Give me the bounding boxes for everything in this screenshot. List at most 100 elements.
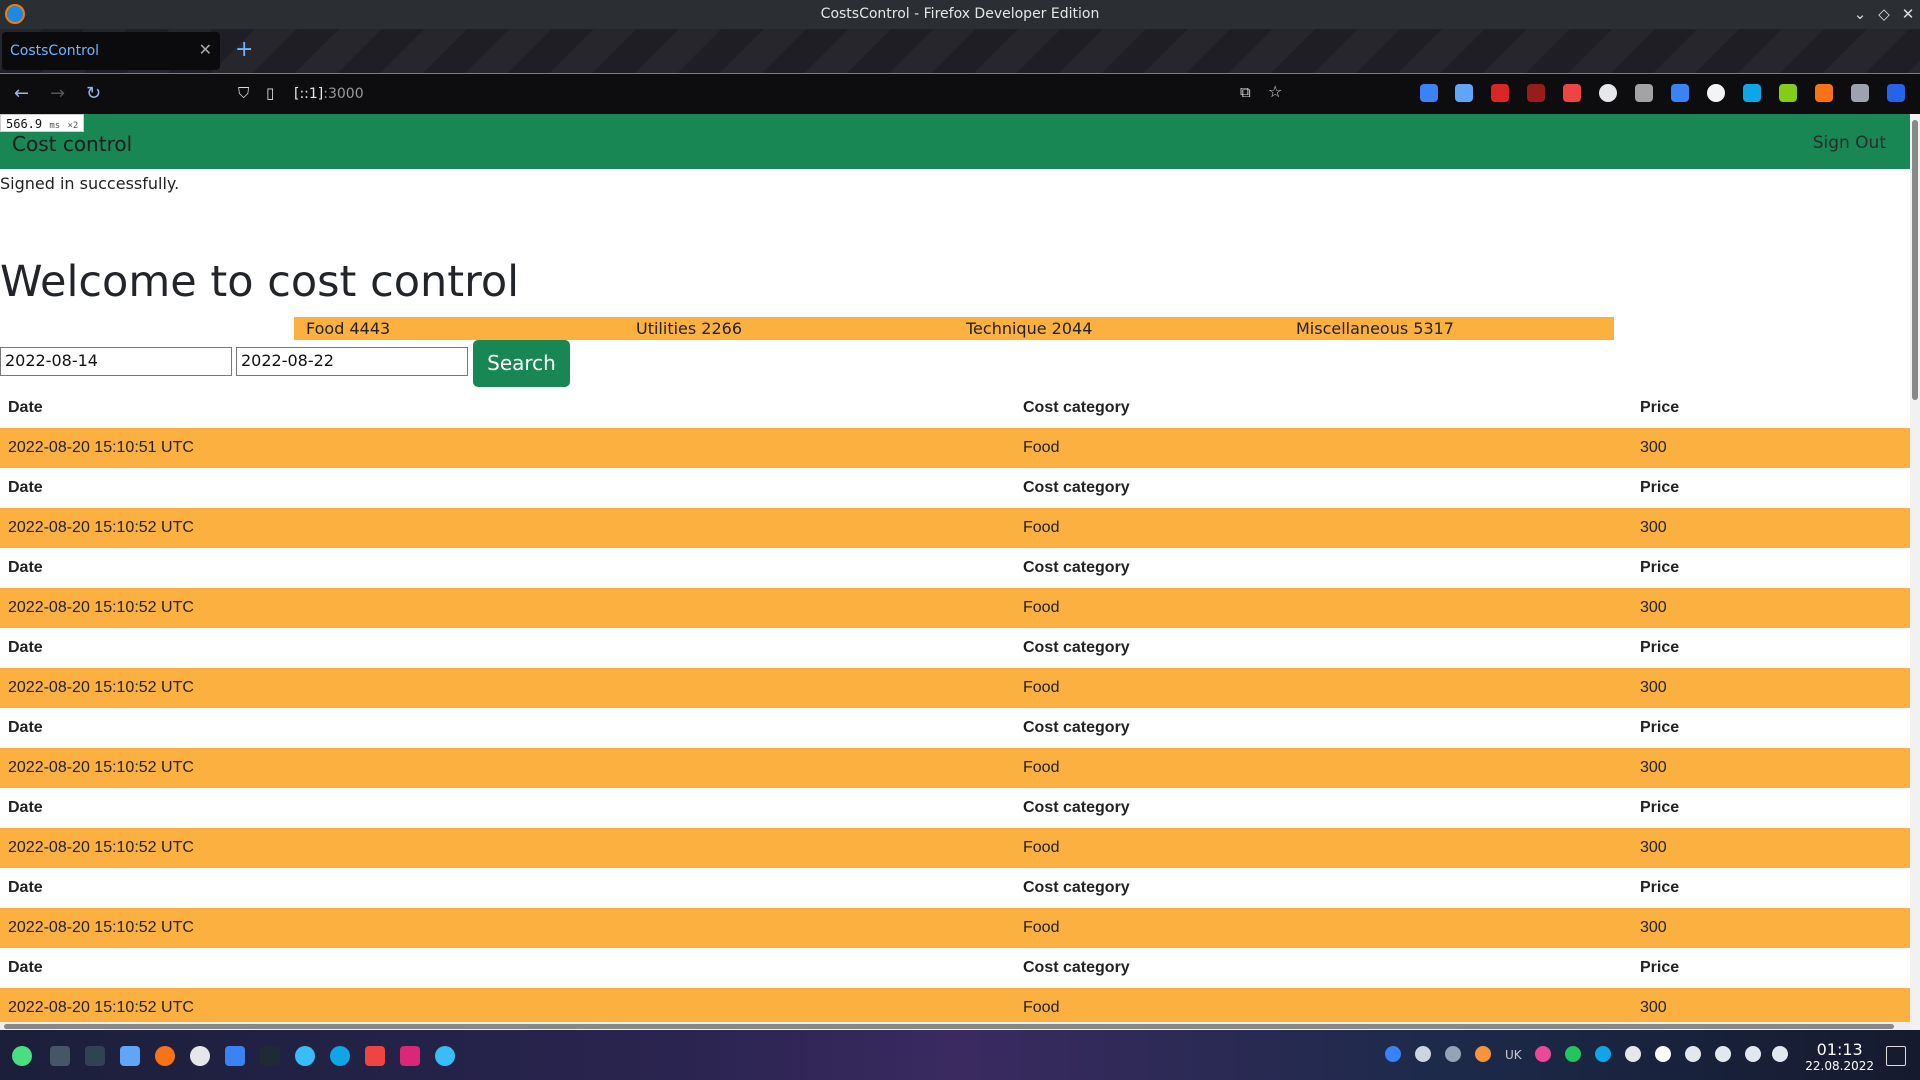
terminal-icon[interactable] (50, 1046, 70, 1066)
info-tray-icon[interactable] (1385, 1046, 1401, 1062)
header-date: Date (8, 799, 43, 816)
window-manager-icon[interactable] (85, 1046, 105, 1066)
date-to-input[interactable]: 2022-08-22 (236, 347, 468, 376)
color-tray-icon[interactable] (1535, 1046, 1551, 1062)
horizontal-scrollbar[interactable] (0, 1022, 1910, 1030)
table-header-row: Date Cost category Price (0, 468, 1910, 508)
lock-extension-icon[interactable] (1491, 84, 1509, 102)
table-row: 2022-08-20 15:10:52 UTC Food 300 (0, 668, 1910, 708)
date-from-input[interactable]: 2022-08-14 (0, 347, 232, 376)
close-window-icon[interactable]: ✕ (1898, 4, 1918, 24)
menu-icon[interactable] (1887, 84, 1905, 102)
vertical-scroll-thumb[interactable] (1912, 120, 1918, 400)
cell-date: 2022-08-20 15:10:52 UTC (8, 599, 194, 616)
header-price: Price (1640, 959, 1680, 976)
tab-costscontrol[interactable]: CostsControl ✕ (2, 32, 220, 70)
puzzle-icon[interactable] (1851, 84, 1869, 102)
summary-technique: Technique 2044 (966, 319, 1093, 338)
category-summary: Food 4443 Utilities 2266 Technique 2044 … (294, 317, 1614, 340)
url-host: [::1] (294, 86, 324, 102)
table-header-row: Date Cost category Price (0, 708, 1910, 748)
translate-icon[interactable]: ⧉ (1240, 83, 1251, 101)
tab-close-icon[interactable]: ✕ (199, 40, 212, 59)
jetbrains-icon[interactable] (365, 1046, 385, 1066)
app-navbar: Cost control Sign Out (0, 114, 1910, 169)
cell-category: Food (1023, 759, 1060, 776)
microphone-icon[interactable] (1715, 1046, 1731, 1062)
back-icon[interactable]: ← (14, 83, 29, 104)
globe-icon[interactable] (1599, 84, 1617, 102)
translate-extension-icon[interactable] (1671, 84, 1689, 102)
store-icon[interactable] (120, 1046, 140, 1066)
cell-category: Food (1023, 919, 1060, 936)
page-icon[interactable]: ▯ (266, 84, 274, 102)
bulb-tray-icon[interactable] (1655, 1046, 1671, 1062)
window-title: CostsControl - Firefox Developer Edition (820, 6, 1100, 22)
horizontal-scroll-thumb[interactable] (4, 1024, 1894, 1029)
clock-time: 01:13 (1816, 1040, 1863, 1059)
shield-icon[interactable]: ⛉ (238, 84, 249, 102)
pen-extension-icon[interactable] (1563, 84, 1581, 102)
cell-category: Food (1023, 519, 1060, 536)
brand-link[interactable]: Cost control (12, 132, 132, 156)
scissors-tray-icon[interactable] (1625, 1046, 1641, 1062)
wrench-icon[interactable] (1455, 84, 1473, 102)
table-header-row: Date Cost category Price (0, 948, 1910, 988)
ublock-icon[interactable] (1527, 84, 1545, 102)
new-tab-icon[interactable]: + (235, 37, 253, 62)
weather-tray-icon[interactable] (1475, 1046, 1491, 1062)
header-price: Price (1640, 559, 1680, 576)
network-icon[interactable] (1745, 1046, 1761, 1062)
tab-label: CostsControl (10, 43, 100, 59)
firefox-taskbar-icon[interactable] (155, 1046, 175, 1066)
url-text[interactable]: [::1]:3000 (294, 86, 364, 102)
volume-icon[interactable] (1685, 1046, 1701, 1062)
summary-food: Food 4443 (306, 319, 391, 338)
settings-taskbar-icon[interactable] (190, 1046, 210, 1066)
firefox-dev-taskbar-icon[interactable] (295, 1046, 315, 1066)
forward-icon[interactable]: → (50, 83, 65, 104)
check-tray-icon[interactable] (1565, 1046, 1581, 1062)
console-icon[interactable] (260, 1046, 280, 1066)
header-price: Price (1640, 639, 1680, 656)
pocket-icon[interactable] (1420, 84, 1438, 102)
files-icon[interactable] (225, 1046, 245, 1066)
cell-category: Food (1023, 599, 1060, 616)
cell-category: Food (1023, 999, 1060, 1016)
header-date: Date (8, 639, 43, 656)
screenshot-icon[interactable] (1743, 84, 1761, 102)
table-row: 2022-08-20 15:10:51 UTC Food 300 (0, 428, 1910, 468)
summary-miscellaneous: Miscellaneous 5317 (1296, 319, 1454, 338)
search-button[interactable]: Search (473, 340, 570, 387)
header-price: Price (1640, 399, 1680, 416)
table-row: 2022-08-20 15:10:52 UTC Food 300 (0, 828, 1910, 868)
download-arrow-icon[interactable] (1779, 84, 1797, 102)
reload-icon[interactable]: ↻ (86, 83, 101, 104)
cell-price: 300 (1640, 919, 1667, 936)
bookmark-star-icon[interactable]: ☆ (1268, 82, 1282, 101)
clock[interactable]: 01:13 22.08.2022 (1805, 1040, 1874, 1073)
cell-category: Food (1023, 439, 1060, 456)
telegram-tray-icon[interactable] (1595, 1046, 1611, 1062)
metamask-icon[interactable] (1815, 84, 1833, 102)
url-bar[interactable]: ⛉ ▯ [::1]:3000 ⧉ ☆ (230, 80, 1282, 108)
telegram-icon[interactable] (330, 1046, 350, 1066)
circle-extension-icon[interactable] (1707, 84, 1725, 102)
header-date: Date (8, 399, 43, 416)
accessibility-tray-icon[interactable] (1415, 1046, 1431, 1062)
show-desktop-icon[interactable] (1886, 1046, 1906, 1066)
table-header-row: Date Cost category Price (0, 388, 1910, 428)
vertical-scrollbar[interactable] (1910, 114, 1920, 1030)
cell-date: 2022-08-20 15:10:52 UTC (8, 519, 194, 536)
car-extension-icon[interactable] (1635, 84, 1653, 102)
media-tray-icon[interactable] (1445, 1046, 1461, 1062)
costs-table: Date Cost category Price 2022-08-20 15:10:5… (0, 388, 1910, 1028)
minimize-icon[interactable]: ⌄ (1850, 4, 1870, 24)
maximize-icon[interactable]: ◇ (1874, 4, 1894, 24)
tray-expand-icon[interactable] (1772, 1046, 1788, 1062)
rubymine-icon[interactable] (400, 1046, 420, 1066)
keyboard-layout[interactable]: UK (1505, 1048, 1522, 1062)
edge-icon[interactable] (435, 1046, 455, 1066)
app-launcher-icon[interactable] (12, 1046, 32, 1066)
sign-out-link[interactable]: Sign Out (1813, 133, 1886, 153)
